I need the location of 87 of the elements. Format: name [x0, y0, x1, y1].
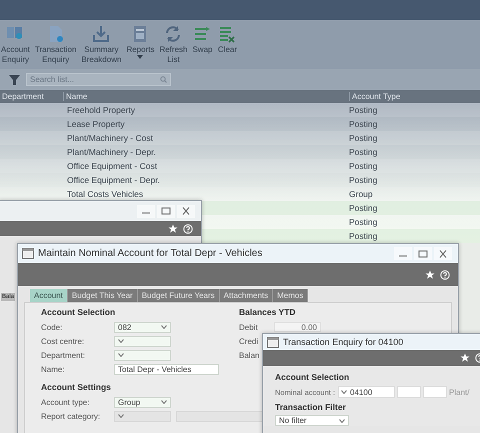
tab[interactable]: Budget This Year — [68, 289, 138, 302]
table-cell: Posting — [349, 203, 378, 213]
search-icon — [160, 76, 167, 83]
field-label: Credi — [239, 336, 260, 346]
table-cell: Posting — [349, 133, 378, 143]
toolbar-button[interactable]: Swap — [191, 24, 214, 54]
table-cell: Lease Property — [67, 119, 125, 129]
text-field[interactable] — [397, 386, 422, 398]
table-cell: Posting — [349, 217, 378, 227]
table-cell: Posting — [349, 119, 378, 129]
maximize-icon — [418, 250, 428, 258]
toolbar-button[interactable]: Summary Breakdown — [80, 24, 122, 64]
tab[interactable]: Attachments — [220, 289, 274, 302]
star-icon[interactable] — [168, 224, 178, 234]
help-icon[interactable] — [440, 270, 450, 280]
chevron-icon — [339, 418, 345, 422]
section-heading: Account Selection — [275, 372, 350, 383]
tab[interactable]: Budget Future Years — [138, 289, 220, 302]
close-button[interactable] — [434, 247, 452, 260]
dropdown[interactable]: No filter — [275, 415, 349, 426]
field-label: Balan — [239, 350, 260, 360]
field-label: Name: — [41, 364, 66, 374]
table-cell: Office Equipment - Depr. — [67, 175, 160, 185]
chevron-icon — [118, 353, 124, 357]
tab[interactable]: Account — [30, 289, 68, 302]
section-heading: Balances YTD — [239, 307, 297, 318]
star-icon[interactable] — [460, 353, 470, 363]
text-field[interactable]: Total Depr - Vehicles — [114, 364, 219, 374]
table-cell: Total Costs Vehicles — [67, 189, 144, 199]
toolbar-button[interactable]: Account Enquiry — [0, 24, 31, 64]
caret-icon — [137, 54, 144, 58]
table-cell: Plant/Machinery - Cost — [67, 133, 153, 143]
chevron-icon — [161, 400, 167, 404]
maximize-icon — [161, 207, 171, 215]
window-title: Transaction Enquiry for 04100 — [283, 337, 404, 347]
account-field[interactable]: 04100 — [338, 386, 396, 398]
close-button[interactable] — [177, 204, 195, 218]
chevron-icon — [341, 390, 348, 394]
tab[interactable]: Memos — [273, 289, 308, 302]
close-icon — [181, 207, 191, 215]
amount-field: 0.00 — [274, 322, 321, 332]
account-description: Plant/ — [449, 388, 470, 396]
chevron-icon — [118, 414, 124, 418]
clear-icon — [217, 24, 238, 44]
minimize-button[interactable] — [137, 204, 155, 218]
close-icon — [438, 250, 448, 258]
field-label: Cost centre: — [41, 336, 86, 346]
star-icon[interactable] — [425, 270, 435, 280]
filter-icon[interactable] — [9, 74, 20, 84]
column-header[interactable]: Account Type — [349, 92, 480, 101]
field-label: Debit — [239, 322, 259, 332]
window-icon — [267, 336, 279, 348]
field-label: Code: — [41, 322, 64, 332]
table-cell: Plant/Machinery - Depr. — [67, 147, 156, 157]
dropdown[interactable]: Group — [114, 396, 171, 408]
chevron-icon — [118, 339, 124, 343]
table-cell: Posting — [349, 175, 378, 185]
column-header[interactable]: Name — [63, 92, 349, 101]
toolbar-button[interactable]: Reports — [125, 24, 156, 58]
section-heading: Account Selection — [41, 307, 116, 318]
maximize-button[interactable] — [157, 204, 175, 218]
table-cell: Posting — [349, 147, 378, 157]
field-label: Report category: — [41, 412, 102, 420]
toolbar-button[interactable]: Refresh List — [158, 24, 188, 64]
dropdown[interactable]: 082 — [114, 322, 171, 332]
help-icon[interactable] — [183, 224, 193, 234]
text-field[interactable] — [423, 386, 448, 398]
table-cell: Posting — [349, 161, 378, 171]
toolbar-button[interactable]: Transaction Enquiry — [34, 24, 78, 64]
section-heading: Transaction Filter — [275, 402, 347, 413]
table-cell: Posting — [349, 231, 378, 241]
table-cell: Group — [349, 189, 373, 199]
download-icon — [91, 24, 112, 44]
table-cell: Freehold Property — [67, 105, 136, 115]
search-field[interactable]: Search list... — [26, 73, 171, 86]
column-header[interactable]: Department — [0, 92, 63, 101]
section-heading: Account Settings — [41, 382, 112, 393]
maximize-button[interactable] — [414, 247, 432, 260]
window-title: Maintain Nominal Account for Total Depr - Vehicles — [38, 248, 262, 259]
table-cell: Office Equipment - Cost — [67, 161, 158, 171]
window-icon — [22, 248, 34, 259]
field-label: Account type: — [41, 398, 90, 406]
minimize-button[interactable] — [394, 247, 412, 260]
field-label: Department: — [41, 350, 86, 360]
table-cell: Posting — [349, 105, 378, 115]
toolbar-button[interactable]: Clear — [216, 24, 238, 54]
chevron-icon — [161, 325, 167, 329]
